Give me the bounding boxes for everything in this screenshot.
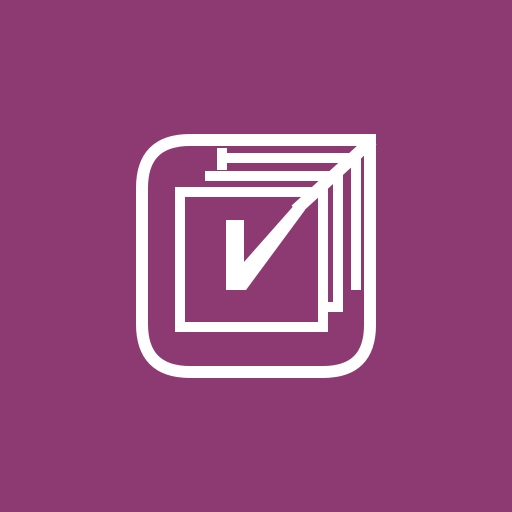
app-icon-screen	[0, 0, 512, 512]
stacked-checkbox-logo-icon	[136, 134, 377, 378]
checkmark-icon	[226, 202, 305, 290]
